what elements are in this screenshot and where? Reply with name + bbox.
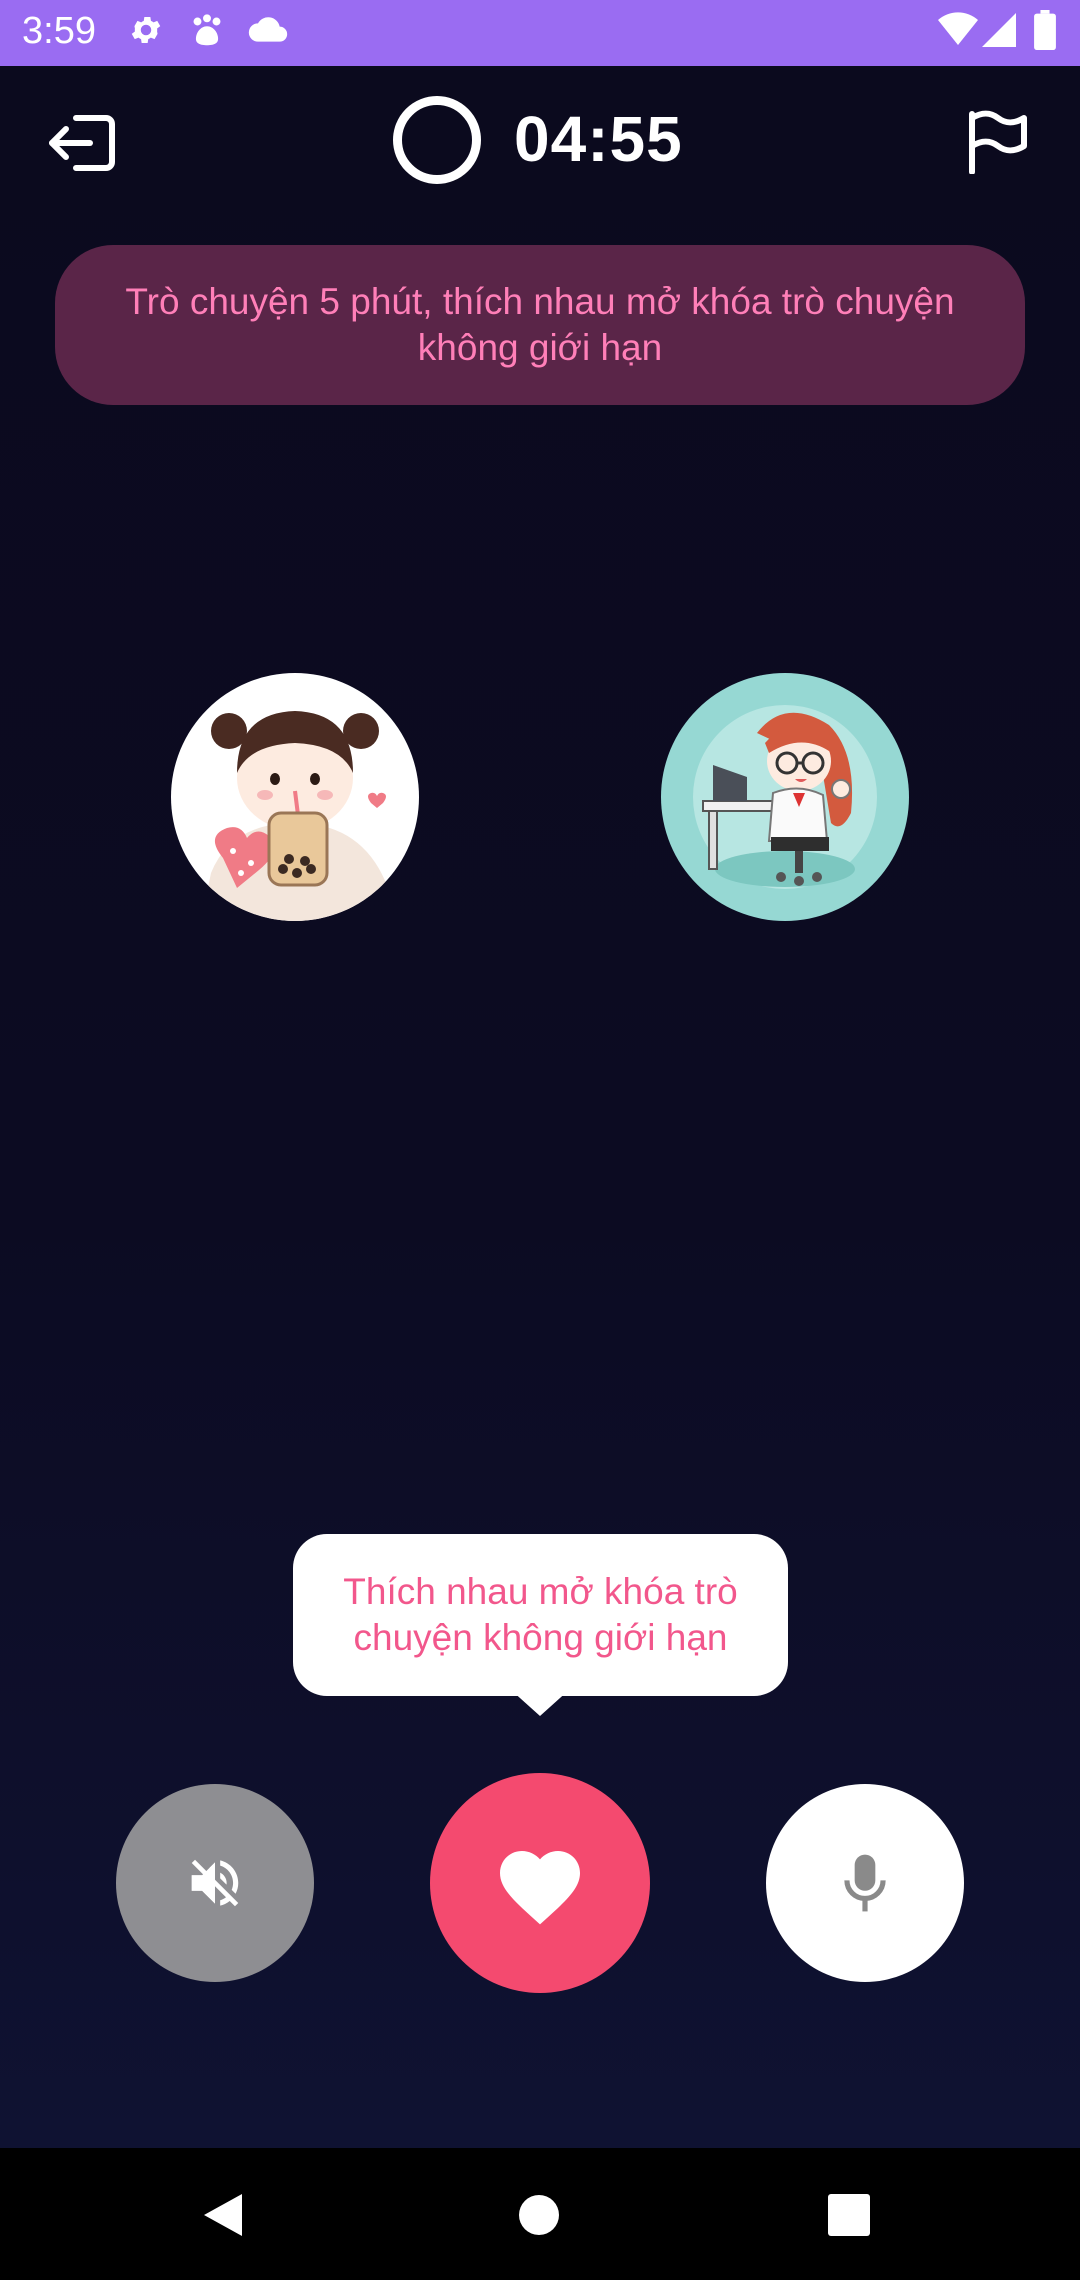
report-flag-icon[interactable] [966,110,1030,174]
status-time: 3:59 [22,10,96,52]
speaker-muted-icon [191,1859,239,1907]
microphone-icon [844,1854,886,1912]
girl-bubble-tea-illustration [201,711,386,921]
settings-icon [131,16,161,44]
paw-icon [193,14,221,46]
cellular-icon [982,13,1016,47]
like-button[interactable] [430,1773,650,1993]
like-tooltip: Thích nhau mở khóa trò chuyện không giới… [293,1534,788,1696]
battery-icon [1034,10,1056,50]
call-timer: 04:55 [514,103,683,175]
tooltip-pointer [500,1680,580,1716]
leave-call-icon[interactable] [46,110,118,176]
system-nav-bar [0,2148,1080,2280]
status-bar: 3:59 [0,0,1080,66]
timer-ring-icon [393,96,481,184]
heart-icon [500,1851,580,1925]
info-banner: Trò chuyện 5 phút, thích nhau mở khóa tr… [55,245,1025,405]
avatar-right [661,673,909,921]
mute-speaker-button[interactable] [116,1784,314,1982]
microphone-button[interactable] [766,1784,964,1982]
girl-at-desk-illustration [693,705,877,889]
recents-icon[interactable] [828,2194,870,2236]
wifi-icon [938,12,978,45]
back-icon[interactable] [202,2192,244,2238]
cloud-icon [248,17,288,42]
home-icon[interactable] [518,2194,560,2236]
avatar-left [171,673,419,921]
